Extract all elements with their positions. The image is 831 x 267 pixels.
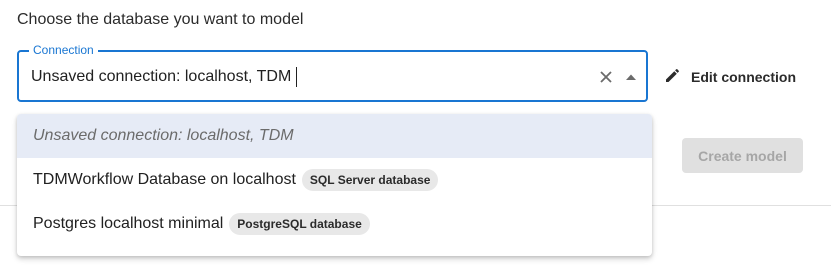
option-label: Unsaved connection: localhost, TDM: [33, 127, 294, 144]
connection-field-label: Connection: [29, 43, 98, 57]
database-type-chip: SQL Server database: [301, 169, 439, 191]
connection-input[interactable]: [31, 66, 571, 88]
model-setup-page: Choose the database you want to model Co…: [0, 0, 831, 267]
edit-connection-label: Edit connection: [691, 69, 796, 85]
connection-options-listbox: Unsaved connection: localhost, TDM TDMWo…: [17, 114, 652, 256]
option-label: TDMWorkflow Database on localhost: [33, 171, 296, 188]
clear-icon[interactable]: [596, 67, 616, 87]
database-type-chip: PostgreSQL database: [229, 213, 370, 235]
pencil-icon: [664, 66, 682, 89]
connection-combobox[interactable]: Connection: [17, 43, 648, 102]
option-tdmworkflow-database[interactable]: TDMWorkflow Database on localhost SQL Se…: [17, 158, 652, 202]
option-postgres-localhost[interactable]: Postgres localhost minimal PostgreSQL da…: [17, 202, 652, 246]
option-unsaved-connection[interactable]: Unsaved connection: localhost, TDM: [17, 114, 652, 158]
option-label: Postgres localhost minimal: [33, 215, 224, 232]
arrow-drop-up-icon[interactable]: [621, 67, 641, 87]
create-model-button[interactable]: Create model: [682, 138, 803, 173]
text-caret: [296, 67, 297, 87]
page-heading: Choose the database you want to model: [17, 11, 304, 28]
edit-connection-button[interactable]: Edit connection: [664, 66, 796, 88]
